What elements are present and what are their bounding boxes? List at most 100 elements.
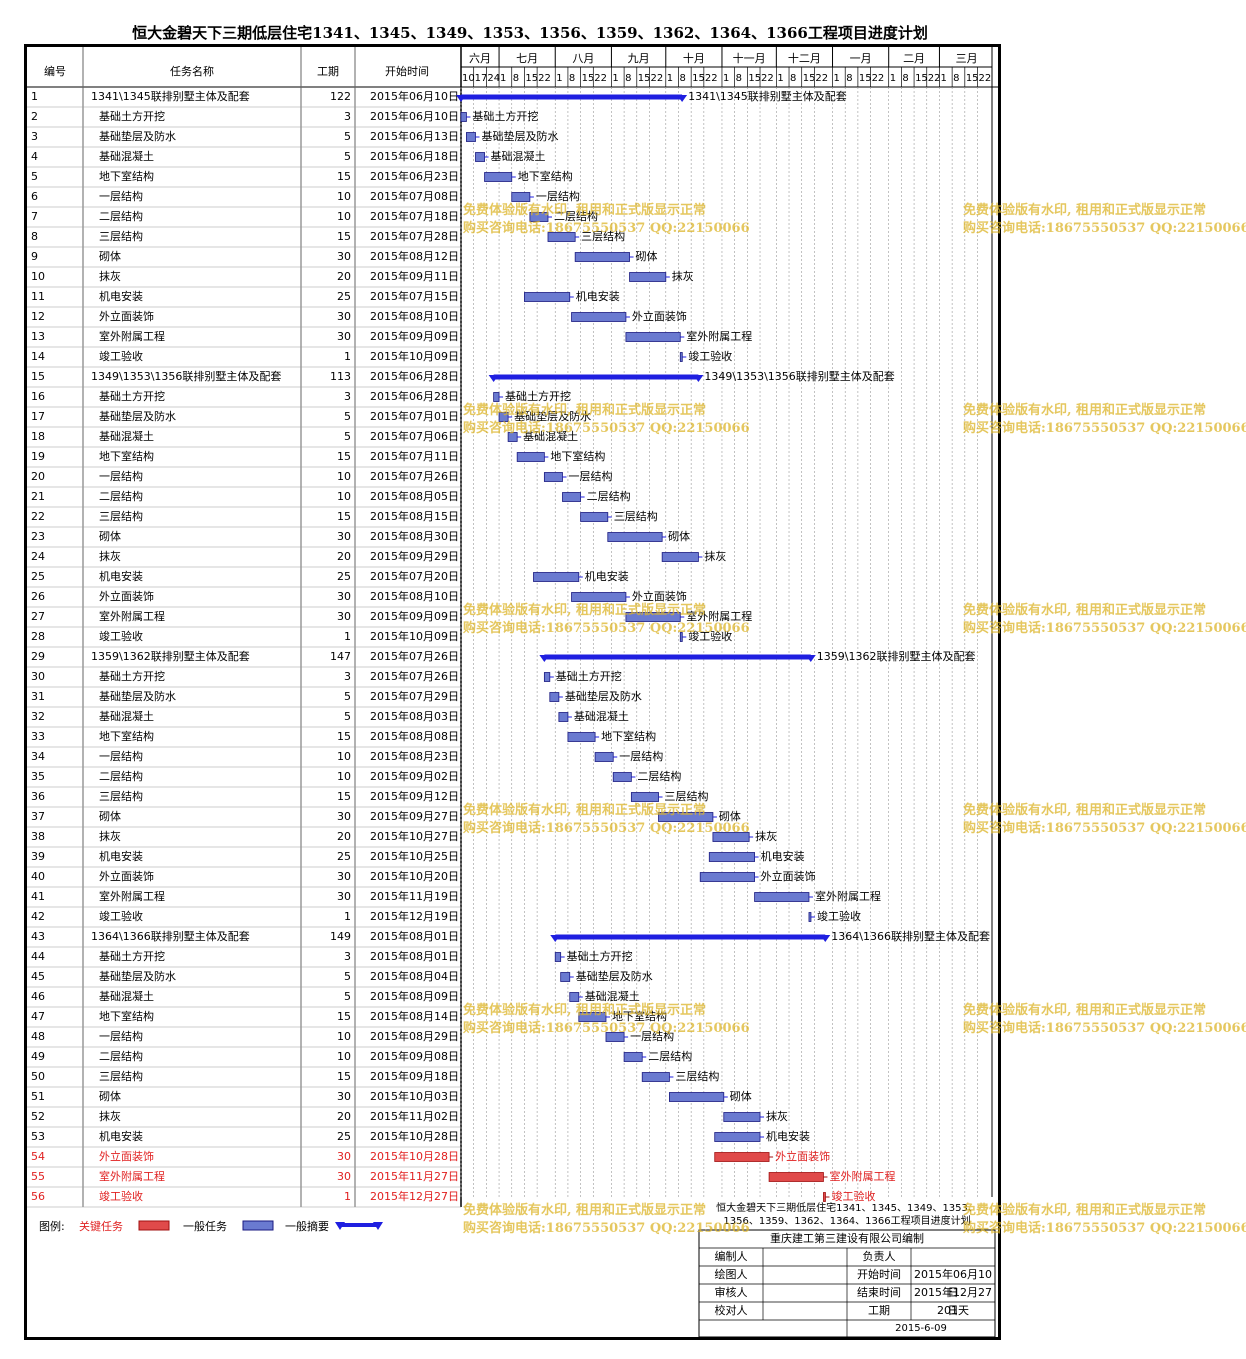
task-bar	[569, 992, 580, 1002]
critical-task-bar	[768, 1172, 824, 1182]
watermark: 免费体验版有水印, 租用和正式版显示正常 购买咨询电话:18675550537 Q…	[463, 1203, 750, 1236]
bar-label: 二层结构	[648, 1050, 693, 1063]
day-label: 22	[650, 73, 663, 84]
title-block-date: 2015-6-09	[895, 1323, 947, 1334]
bar-label: 砌体	[635, 250, 658, 263]
task-bar	[708, 852, 755, 862]
bar-label: 室外附属工程	[814, 890, 881, 903]
task-bar	[580, 512, 609, 522]
day-label: 1	[667, 73, 673, 84]
day-label: 15	[748, 73, 761, 84]
title-block-label: 结束时间	[857, 1286, 901, 1299]
bar-label: 1349\1353\1356联排别墅主体及配套	[704, 370, 895, 383]
task-bar	[574, 252, 630, 262]
day-label: 15	[803, 73, 816, 84]
task-bar	[679, 352, 683, 362]
bar-label: 一层结构	[619, 750, 664, 763]
summary-bar	[493, 374, 699, 380]
day-label: 8	[953, 73, 959, 84]
gantt-chart: 六月 七月 八月 九月 十月 十一月 十二月 一月 二月 三月10 17 24 1 8 15 22 1 8 15 22…	[27, 47, 998, 1337]
day-label: 1	[940, 73, 946, 84]
day-label: 22	[538, 73, 551, 84]
month-label: 十二月	[788, 51, 821, 65]
watermark: 免费体验版有水印, 租用和正式版显示正常 购买咨询电话:18675550537 Q…	[963, 203, 1246, 236]
day-label: 15	[966, 73, 979, 84]
gantt-frame: 编号 任务名称 工期 开始时间 1 1341\1345联排别墅主体及配套 122 20…	[24, 44, 1246, 1340]
bar-label: 机电安装	[584, 570, 629, 583]
day-label: 1	[834, 73, 840, 84]
month-label: 十月	[683, 51, 705, 65]
month-label: 二月	[903, 52, 925, 65]
bar-label: 抹灰	[671, 270, 694, 283]
month-label: 三月	[956, 52, 978, 65]
task-bar	[754, 892, 810, 902]
chart-title: 恒大金碧天下三期低层住宅1341、1345、1349、1353、1356、135…	[132, 24, 928, 42]
task-bar	[669, 1092, 725, 1102]
task-bar	[554, 952, 562, 962]
task-bar	[567, 732, 596, 742]
task-bar	[558, 712, 569, 722]
month-label: 八月	[572, 52, 594, 65]
task-bar	[511, 192, 531, 202]
watermark: 免费体验版有水印, 租用和正式版显示正常 购买咨询电话:18675550537 Q…	[463, 403, 750, 436]
bar-label: 1341\1345联排别墅主体及配套	[688, 90, 847, 103]
day-label: 15	[582, 73, 595, 84]
month-label: 六月	[469, 52, 491, 65]
watermark: 免费体验版有水印, 租用和正式版显示正常 购买咨询电话:18675550537 Q…	[463, 203, 750, 236]
bar-label: 三层结构	[675, 1070, 720, 1083]
bar-label: 抹灰	[755, 830, 778, 843]
bar-label: 砌体	[729, 1090, 752, 1103]
day-label: 8	[513, 73, 519, 84]
task-bar	[571, 312, 627, 322]
title-block-label: 负责人	[862, 1250, 896, 1263]
bar-label: 基础土方开挖	[555, 670, 622, 683]
bar-label: 竣工验收	[688, 350, 733, 363]
day-label: 8	[790, 73, 796, 84]
day-label: 1	[612, 73, 618, 84]
watermark: 免费体验版有水印, 租用和正式版显示正常 购买咨询电话:18675550537 Q…	[463, 1003, 750, 1036]
day-label: 22	[761, 73, 774, 84]
task-bar	[808, 912, 812, 922]
task-bar	[641, 1072, 670, 1082]
bar-label: 机电安装	[766, 1130, 811, 1143]
day-label: 1	[556, 73, 562, 84]
task-bar	[543, 672, 551, 682]
day-label: 24	[487, 73, 500, 84]
bar-label: 室外附属工程	[829, 1170, 896, 1183]
task-bar	[484, 172, 513, 182]
task-bar	[714, 1132, 761, 1142]
legend-critical-swatch	[138, 1220, 170, 1231]
watermark: 免费体验版有水印, 租用和正式版显示正常 购买咨询电话:18675550537 Q…	[463, 603, 750, 636]
legend-critical-label: 关键任务	[79, 1220, 123, 1233]
legend-normal-label: 一般任务	[183, 1220, 227, 1233]
task-bar	[594, 752, 614, 762]
bar-label: 外立面装饰	[760, 870, 816, 883]
bar-label: 二层结构	[586, 490, 631, 503]
watermark: 免费体验版有水印, 租用和正式版显示正常 购买咨询电话:18675550537 Q…	[963, 403, 1246, 436]
bar-label: 外立面装饰	[775, 1150, 831, 1163]
bar-label: 机电安装	[575, 290, 620, 303]
task-bar	[571, 592, 627, 602]
day-label: 8	[736, 73, 742, 84]
task-bar	[630, 792, 659, 802]
bar-label: 一层结构	[568, 470, 613, 483]
title-block-label: 审核人	[714, 1286, 748, 1299]
bar-label: 基础混凝土	[490, 150, 546, 163]
critical-task-bar	[714, 1152, 770, 1162]
bar-label: 基础垫层及防水	[481, 130, 559, 143]
task-bar	[629, 272, 667, 282]
task-bar	[699, 872, 755, 882]
bar-label: 基础土方开挖	[566, 950, 633, 963]
day-label: 8	[846, 73, 852, 84]
month-label: 一月	[850, 52, 872, 65]
bar-label: 外立面装饰	[631, 310, 687, 323]
task-bar	[562, 492, 582, 502]
task-bar	[460, 112, 467, 122]
bar-label: 地下室结构	[517, 170, 573, 183]
task-bar	[524, 292, 571, 302]
legend-summary-label: 一般摘要	[285, 1220, 329, 1233]
day-label: 15	[525, 73, 538, 84]
bar-label: 室外附属工程	[686, 330, 753, 343]
task-bar	[516, 452, 545, 462]
summary-bar	[461, 94, 683, 100]
